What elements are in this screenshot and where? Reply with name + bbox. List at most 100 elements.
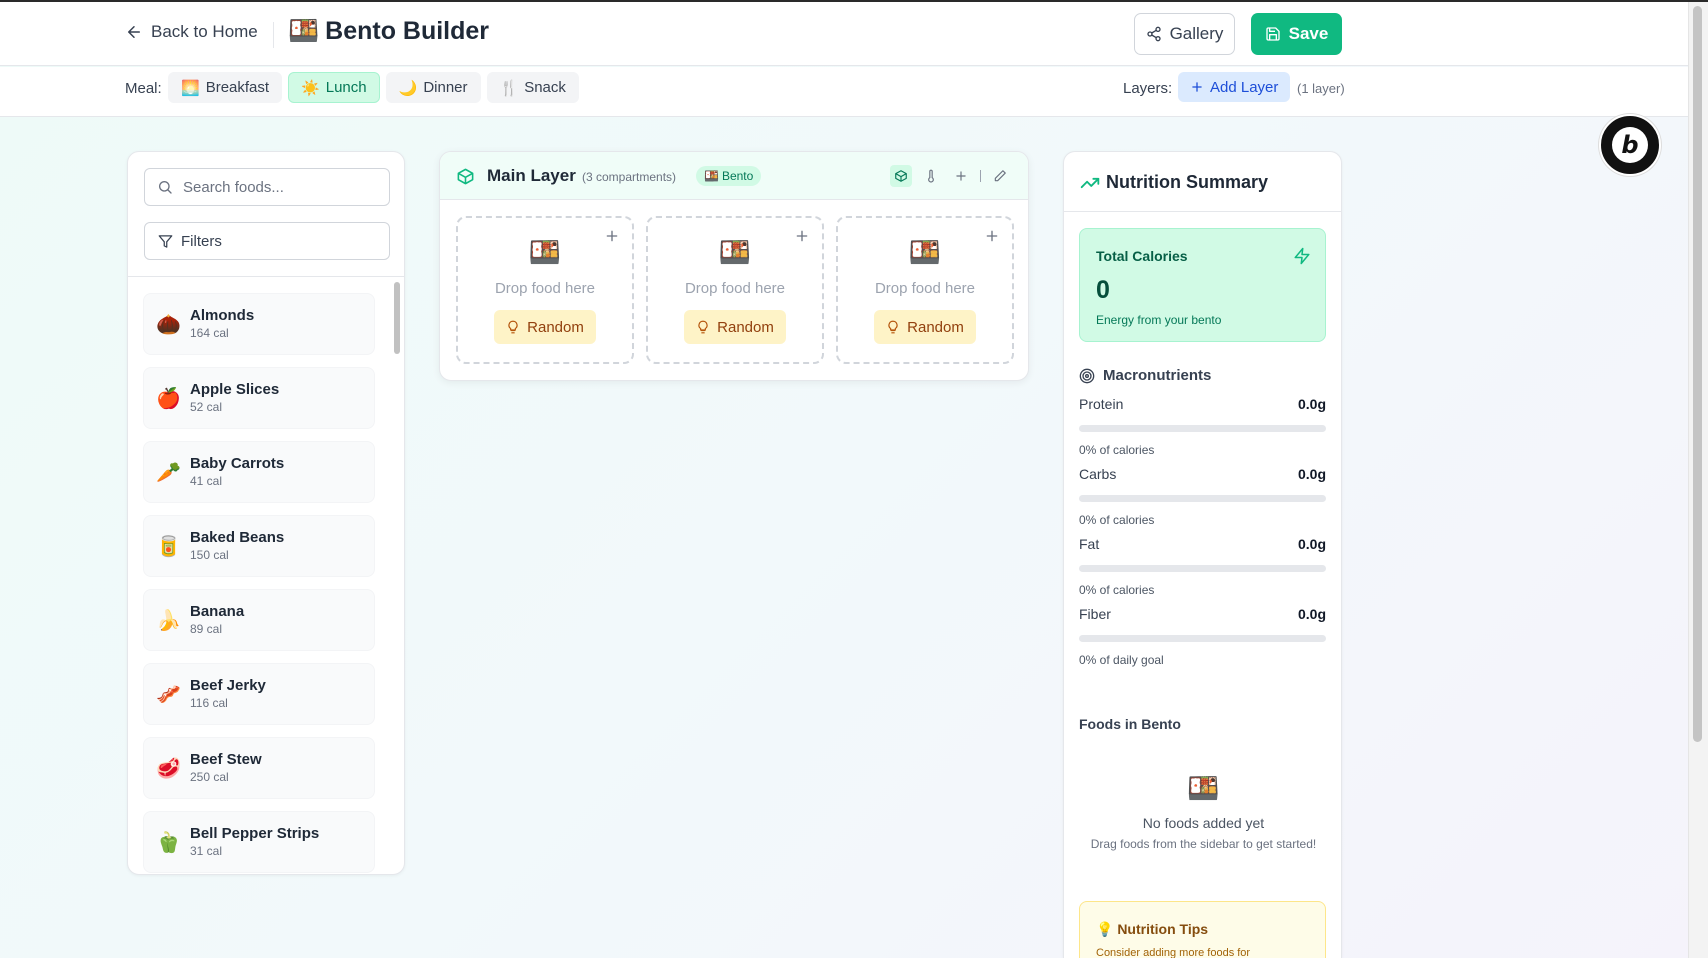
macro-progress-bar — [1079, 565, 1326, 572]
bento-box-icon: 🍱 — [704, 169, 719, 183]
macro-value: 0.0g — [1297, 606, 1326, 622]
thermometer-icon — [928, 169, 934, 183]
food-name: Banana — [190, 603, 245, 620]
food-info: Bell Pepper Strips 31 cal — [190, 825, 319, 859]
macro-percent: 0% of calories — [1079, 443, 1155, 457]
meal-toolbar: Meal: 🌅 Breakfast ☀️ Lunch 🌙 Dinner 🍴 Sn… — [0, 67, 1688, 117]
food-item-baked-beans[interactable]: 🥫 Baked Beans 150 cal — [143, 515, 375, 577]
food-name: Bell Pepper Strips — [190, 825, 320, 842]
food-name: Beef Jerky — [190, 677, 266, 694]
compartment-1[interactable]: 🍱 Drop food here Random — [456, 216, 634, 364]
nutrition-summary-panel: Nutrition Summary Total Calories 0 Energ… — [1063, 151, 1342, 958]
filters-label: Filters — [181, 232, 222, 250]
nutrition-title: Nutrition Summary — [1106, 172, 1269, 192]
macro-name: Carbs — [1079, 466, 1117, 482]
food-item-apple-slices[interactable]: 🍎 Apple Slices 52 cal — [143, 367, 375, 429]
macro-percent: 0% of calories — [1079, 583, 1155, 597]
bento-box-icon: 🍱 — [1187, 773, 1220, 803]
plus-icon — [1192, 82, 1202, 92]
back-to-home-link[interactable]: Back to Home — [125, 22, 258, 42]
macro-fiber: Fiber 0.0g 0% of daily goal — [1079, 605, 1326, 668]
add-compartment-button[interactable] — [950, 165, 972, 187]
food-name: Apple Slices — [190, 381, 280, 398]
macro-value: 0.0g — [1297, 466, 1326, 482]
layer-type-badge: 🍱 Bento — [696, 166, 762, 186]
page-title-text: Bento Builder — [325, 17, 490, 45]
container-view-button[interactable] — [890, 165, 912, 187]
add-layer-button[interactable]: Add Layer — [1178, 72, 1291, 102]
lightbulb-icon — [508, 320, 518, 334]
food-item-banana[interactable]: 🍌 Banana 89 cal — [143, 589, 375, 651]
tab-breakfast[interactable]: 🌅 Breakfast — [168, 72, 283, 103]
food-info: Almonds 164 cal — [190, 307, 254, 341]
layers-label: Layers: — [1123, 80, 1173, 97]
temperature-button[interactable] — [920, 165, 942, 187]
compartments: 🍱 Drop food here Random 🍱 Drop food here… — [456, 216, 1014, 364]
random-label: Random — [907, 318, 964, 336]
random-food-button[interactable]: Random — [874, 310, 976, 344]
food-calories: 31 cal — [190, 844, 223, 858]
sidebar-divider — [128, 276, 404, 277]
save-button[interactable]: Save — [1251, 13, 1342, 55]
food-item-almonds[interactable]: 🌰 Almonds 164 cal — [143, 293, 375, 355]
macronutrients-heading: Macronutrients — [1079, 367, 1211, 384]
empty-state-title: No foods added yet — [1142, 815, 1265, 831]
moon-icon: 🌙 — [398, 79, 418, 97]
page-title: 🍱 Bento Builder — [288, 17, 489, 46]
bento-box-icon: 🍱 — [718, 237, 752, 267]
macro-percent: 0% of daily goal — [1079, 653, 1164, 667]
box-icon — [457, 168, 474, 185]
search-input[interactable] — [183, 178, 373, 196]
layer-compartment-count: (3 compartments) — [582, 170, 677, 184]
macro-name: Protein — [1079, 396, 1124, 412]
bolt-logo-icon: b — [1612, 127, 1648, 163]
tab-label: Breakfast — [205, 79, 270, 96]
trending-up-icon — [1080, 177, 1100, 189]
nutrition-tips-card: 💡 Nutrition Tips Consider adding more fo… — [1079, 901, 1326, 958]
arrow-left-icon — [128, 26, 140, 38]
food-item-bell-pepper-strips[interactable]: 🫑 Bell Pepper Strips 31 cal — [143, 811, 375, 873]
compartment-2[interactable]: 🍱 Drop food here Random — [646, 216, 824, 364]
banana-icon: 🍌 — [156, 609, 181, 632]
food-list-scrollbar[interactable] — [392, 280, 400, 870]
macro-fat: Fat 0.0g 0% of calories — [1079, 535, 1326, 598]
food-name: Baked Beans — [190, 529, 285, 546]
macro-value: 0.0g — [1297, 536, 1326, 552]
random-food-button[interactable]: Random — [684, 310, 786, 344]
food-name: Almonds — [190, 307, 255, 324]
food-item-baby-carrots[interactable]: 🥕 Baby Carrots 41 cal — [143, 441, 375, 503]
tab-lunch[interactable]: ☀️ Lunch — [288, 72, 380, 103]
food-info: Baby Carrots 41 cal — [190, 455, 284, 489]
foods-in-bento-heading: Foods in Bento — [1079, 716, 1181, 732]
food-calories: 116 cal — [190, 696, 228, 710]
meal-tabs: 🌅 Breakfast ☀️ Lunch 🌙 Dinner 🍴 Snack — [168, 72, 579, 103]
food-name: Beef Stew — [190, 751, 262, 768]
food-item-beef-jerky[interactable]: 🥓 Beef Jerky 116 cal — [143, 663, 375, 725]
layer-tools — [890, 165, 1011, 187]
macro-progress-bar — [1079, 635, 1326, 642]
compartment-3[interactable]: 🍱 Drop food here Random — [836, 216, 1014, 364]
food-calories: 250 cal — [190, 770, 229, 784]
food-calories: 52 cal — [190, 400, 223, 414]
food-list-scroll-thumb[interactable] — [394, 282, 400, 354]
made-in-bolt-badge[interactable]: b — [1599, 114, 1661, 176]
edit-layer-button[interactable] — [989, 165, 1011, 187]
tab-dinner[interactable]: 🌙 Dinner — [385, 72, 481, 103]
food-item-beef-stew[interactable]: 🥩 Beef Stew 250 cal — [143, 737, 375, 799]
target-icon — [1079, 368, 1095, 383]
page-scroll-thumb[interactable] — [1693, 6, 1702, 742]
macro-name: Fat — [1079, 536, 1100, 552]
tab-snack[interactable]: 🍴 Snack — [486, 72, 579, 103]
sunrise-icon: 🌅 — [181, 79, 200, 97]
macro-progress-bar — [1079, 495, 1326, 502]
layer-type-label: Bento — [721, 169, 754, 183]
food-sidebar: Filters 🌰 Almonds 164 cal 🍎 Apple Slices… — [127, 151, 405, 875]
filters-button[interactable]: Filters — [144, 222, 390, 260]
floppy-disk-icon — [1265, 27, 1280, 41]
layer-count: (1 layer) — [1297, 81, 1345, 96]
food-info: Banana 89 cal — [190, 603, 244, 637]
random-food-button[interactable]: Random — [494, 310, 596, 344]
bacon-icon: 🥓 — [156, 683, 181, 706]
food-list: 🌰 Almonds 164 cal 🍎 Apple Slices 52 cal … — [143, 293, 375, 873]
gallery-button[interactable]: Gallery — [1134, 13, 1235, 55]
